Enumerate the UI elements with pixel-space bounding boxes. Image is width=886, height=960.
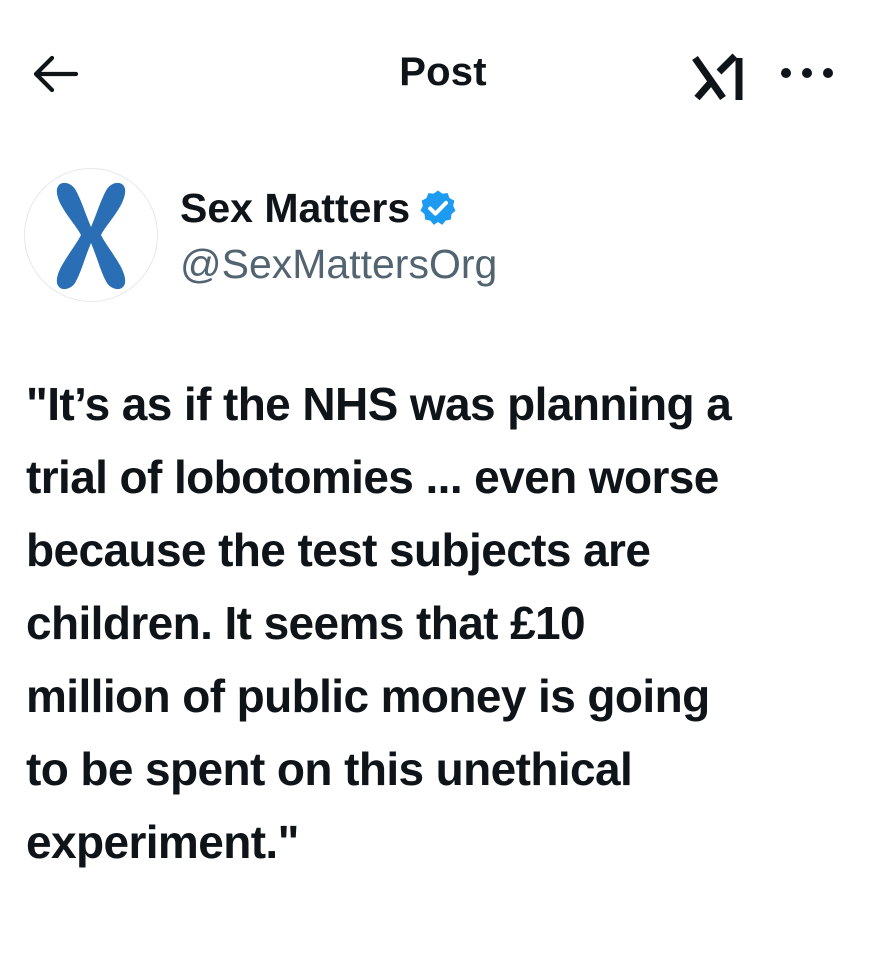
- verified-badge[interactable]: [418, 188, 458, 228]
- avatar[interactable]: [24, 168, 158, 302]
- chromosome-x-logo: [56, 182, 126, 290]
- post-author: Sex Matters @SexMattersOrg: [24, 168, 864, 304]
- more-options-button[interactable]: [770, 48, 844, 98]
- page-title: Post: [399, 50, 487, 94]
- post-text: "It’s as if the NHS was planning a trial…: [26, 378, 732, 868]
- display-name: Sex Matters: [180, 185, 411, 231]
- grok-icon: [692, 53, 743, 101]
- display-name-row[interactable]: Sex Matters: [180, 184, 458, 232]
- more-horizontal-icon: [781, 68, 833, 78]
- user-handle[interactable]: @SexMattersOrg: [180, 240, 497, 288]
- grok-button[interactable]: [686, 50, 752, 106]
- top-bar: Post: [0, 0, 886, 150]
- verified-badge-icon: [420, 190, 456, 225]
